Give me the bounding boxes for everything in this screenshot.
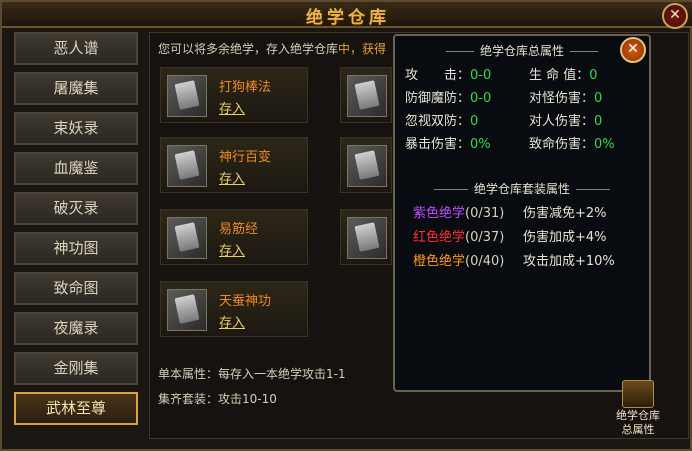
- store-link[interactable]: 存入: [219, 240, 245, 259]
- sidebar-item-wulin[interactable]: 武林至尊: [14, 392, 138, 425]
- stat-value: 0: [594, 91, 603, 106]
- window-title: 绝学仓库: [306, 8, 390, 28]
- skill-slot: 神行百变 存入: [160, 137, 308, 193]
- stat-value: 0%: [594, 137, 615, 152]
- stat-label: 暴击伤害：: [405, 137, 471, 152]
- skill-slot: [340, 209, 392, 265]
- store-link[interactable]: 存入: [219, 168, 245, 187]
- book-stack-icon: [622, 380, 654, 408]
- set-name: 红色绝学: [413, 230, 466, 245]
- total-button-line1: 绝学仓库: [616, 409, 660, 422]
- skill-name: 打狗棒法: [219, 80, 272, 95]
- book-icon: [167, 217, 207, 259]
- sidebar-item-shengong[interactable]: 神功图: [14, 232, 138, 265]
- basic-attribute: 单本属性：每存入一本绝学攻击1-1: [158, 367, 346, 381]
- set-name: 紫色绝学: [413, 206, 466, 221]
- stat-label: 对怪伤害：: [529, 91, 595, 106]
- stat-ignore-defense: 忽视双防：0: [405, 110, 478, 129]
- sidebar-item-eren[interactable]: 恶人谱: [14, 32, 138, 65]
- set-count: (0/37): [465, 230, 505, 245]
- total-attributes-popup: 绝学仓库总属性 ✕ 攻 击：0-0 生 命 值：0 防御魔防：0-0 对怪伤害：…: [393, 34, 651, 392]
- set-count: (0/31): [465, 206, 505, 221]
- stat-crit-damage: 暴击伤害：0%: [405, 133, 491, 152]
- book-icon: [167, 75, 207, 117]
- title-bar: 绝学仓库 ✕: [2, 2, 692, 29]
- stat-label: 对人伤害：: [529, 114, 595, 129]
- book-icon: [167, 145, 207, 187]
- sidebar-item-jingang[interactable]: 金刚集: [14, 352, 138, 385]
- skill-slot: 易筋经 存入: [160, 209, 308, 265]
- stat-hp: 生 命 值：0: [529, 64, 598, 83]
- stat-value: 0-0: [470, 91, 492, 106]
- skill-slot: [340, 67, 392, 123]
- skill-name: 天蚕神功: [219, 294, 272, 309]
- suit-attribute: 集齐套装：攻击10-10: [158, 392, 277, 406]
- book-icon: [347, 75, 387, 117]
- set-row-purple: 紫色绝学(0/31) 伤害减免+2%: [413, 202, 607, 221]
- set-row-red: 红色绝学(0/37) 伤害加成+4%: [413, 226, 607, 245]
- sidebar-item-tumo[interactable]: 屠魔集: [14, 72, 138, 105]
- popup-title: 绝学仓库总属性: [405, 42, 639, 59]
- stat-attack: 攻 击：0-0: [405, 64, 491, 83]
- stat-defense: 防御魔防：0-0: [405, 87, 491, 106]
- sidebar-item-shuyao[interactable]: 束妖录: [14, 112, 138, 145]
- intro-highlight: 中，获得: [338, 42, 387, 56]
- sidebar-item-pomie[interactable]: 破灭录: [14, 192, 138, 225]
- skill-name: 易筋经: [219, 222, 259, 237]
- set-effect: 伤害减免+2%: [523, 206, 607, 221]
- total-button-line2: 总属性: [621, 423, 655, 436]
- set-count: (0/40): [465, 254, 505, 269]
- set-name: 橙色绝学: [413, 254, 466, 269]
- set-title: 绝学仓库套装属性: [405, 180, 639, 197]
- stat-label: 忽视双防：: [405, 114, 471, 129]
- store-link[interactable]: 存入: [219, 312, 245, 331]
- skill-slot: [340, 137, 392, 193]
- intro-text: 您可以将多余绝学，存入绝学仓库中，获得: [158, 40, 386, 57]
- stat-player-damage: 对人伤害：0: [529, 110, 602, 129]
- skill-name: 神行百变: [219, 150, 272, 165]
- set-row-orange: 橙色绝学(0/40) 攻击加成+10%: [413, 250, 615, 269]
- stat-label: 致命伤害：: [529, 137, 595, 152]
- stat-value: 0: [594, 114, 603, 129]
- set-effect: 攻击加成+10%: [523, 254, 615, 269]
- close-icon[interactable]: ✕: [662, 3, 688, 29]
- sidebar-item-zhiming[interactable]: 致命图: [14, 272, 138, 305]
- sidebar: 恶人谱 屠魔集 束妖录 血魔鉴 破灭录 神功图 致命图 夜魔录 金刚集 武林至尊: [10, 32, 144, 432]
- stat-label: 攻 击：: [405, 68, 471, 83]
- stat-fatal-damage: 致命伤害：0%: [529, 133, 615, 152]
- store-link[interactable]: 存入: [219, 98, 245, 117]
- stat-value: 0: [589, 68, 598, 83]
- book-icon: [167, 289, 207, 331]
- intro-text-main: 您可以将多余绝学，存入绝学仓库: [158, 42, 339, 56]
- stat-value: 0-0: [470, 68, 492, 83]
- set-effect: 伤害加成+4%: [523, 230, 607, 245]
- book-icon: [347, 145, 387, 187]
- sidebar-item-xuemo[interactable]: 血魔鉴: [14, 152, 138, 185]
- stat-label: 防御魔防：: [405, 91, 471, 106]
- total-attributes-button[interactable]: 绝学仓库 总属性: [608, 380, 668, 436]
- sidebar-item-yemo[interactable]: 夜魔录: [14, 312, 138, 345]
- skill-slot: 天蚕神功 存入: [160, 281, 308, 337]
- popup-close-icon[interactable]: ✕: [620, 37, 646, 63]
- skill-slot: 打狗棒法 存入: [160, 67, 308, 123]
- stat-value: 0: [470, 114, 479, 129]
- stat-label: 生 命 值：: [529, 68, 590, 83]
- stat-monster-damage: 对怪伤害：0: [529, 87, 602, 106]
- warehouse-window: 绝学仓库 ✕ 恶人谱 屠魔集 束妖录 血魔鉴 破灭录 神功图 致命图 夜魔录 金…: [0, 0, 692, 451]
- stat-value: 0%: [470, 137, 491, 152]
- book-icon: [347, 217, 387, 259]
